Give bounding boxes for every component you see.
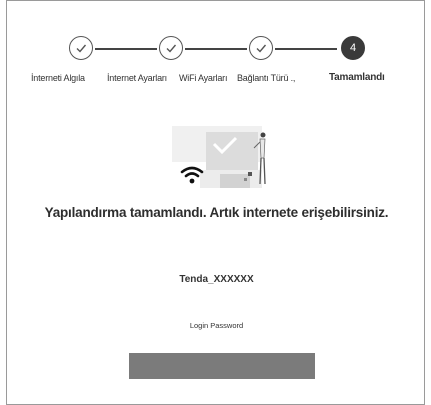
completion-message: Yapılandırma tamamlandı. Artık internete… (44, 205, 389, 220)
step-label-wifi-settings: WiFi Ayarları (179, 73, 228, 83)
step-label-internet-settings: İnternet Ayarları (107, 73, 167, 83)
step-number: 4 (349, 42, 357, 54)
step-connector (275, 48, 337, 50)
step-1-check-icon (69, 36, 93, 60)
setup-wizard-panel: 4 İnterneti Algıla İnternet Ayarları WiF… (6, 0, 425, 405)
completion-illustration (170, 126, 270, 190)
step-label-detect: İnterneti Algıla (31, 73, 85, 83)
wifi-ssid: Tenda_XXXXXX (179, 274, 254, 285)
progress-stepper: 4 İnterneti Algıla İnternet Ayarları WiF… (7, 31, 426, 91)
step-3-check-icon (249, 36, 273, 60)
login-password-field (129, 353, 315, 379)
step-connector (95, 48, 157, 50)
step-label-connection-type: Bağlantı Türü ., (237, 73, 296, 83)
wifi-icon (180, 166, 204, 184)
step-connector (185, 48, 247, 50)
login-password-label: Login Password (189, 321, 244, 330)
step-label-complete: Tamamlandı (329, 72, 385, 83)
step-2-check-icon (159, 36, 183, 60)
step-4-indicator: 4 (341, 36, 365, 60)
